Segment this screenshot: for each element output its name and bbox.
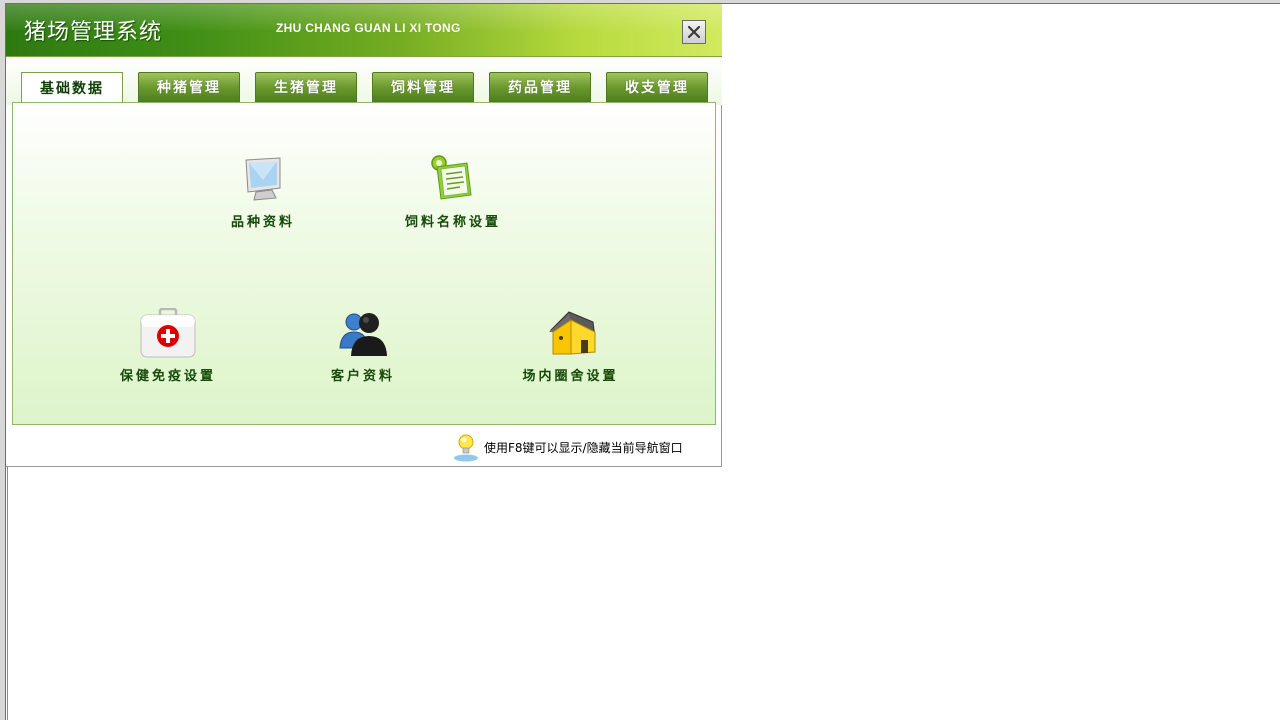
lightbulb-icon xyxy=(454,434,478,462)
feed-name-settings-item[interactable]: 饲料名称设置 xyxy=(398,151,508,230)
item-label: 保健免疫设置 xyxy=(119,369,216,384)
content-panel: 品种资料 饲料名称设置 保健免疫设置 客户资料 场内圈舍设置 xyxy=(12,102,716,425)
tab-basic-data[interactable]: 基础数据 xyxy=(21,72,123,103)
item-label: 饲料名称设置 xyxy=(404,215,501,230)
tab-bar: 基础数据 种猪管理 生猪管理 饲料管理 药品管理 收支管理 xyxy=(6,57,722,105)
close-icon xyxy=(687,25,701,39)
close-button[interactable] xyxy=(682,20,706,44)
tab-medicine[interactable]: 药品管理 xyxy=(489,72,591,102)
tab-feed[interactable]: 饲料管理 xyxy=(372,72,474,102)
title-bar: 猪场管理系统 ZHU CHANG GUAN LI XI TONG xyxy=(6,4,722,56)
window-title: 猪场管理系统 xyxy=(24,20,163,45)
house-icon xyxy=(543,305,599,361)
navigation-window: 猪场管理系统 ZHU CHANG GUAN LI XI TONG 基础数据 种猪… xyxy=(6,4,722,467)
window-subtitle: ZHU CHANG GUAN LI XI TONG xyxy=(276,21,461,35)
users-icon xyxy=(335,305,391,361)
health-immunization-settings-item[interactable]: 保健免疫设置 xyxy=(113,305,223,384)
frame-left-inner-line xyxy=(7,467,8,720)
tab-finance[interactable]: 收支管理 xyxy=(606,72,708,102)
pen-settings-item[interactable]: 场内圈舍设置 xyxy=(513,305,628,384)
clipboard-gear-icon xyxy=(425,151,481,207)
item-label: 客户资料 xyxy=(330,369,395,384)
monitor-icon xyxy=(235,151,291,207)
customer-info-item[interactable]: 客户资料 xyxy=(323,305,403,384)
item-label: 场内圈舍设置 xyxy=(522,369,619,384)
app-frame: 猪场管理系统 ZHU CHANG GUAN LI XI TONG 基础数据 种猪… xyxy=(0,0,1280,720)
tab-breeding-pig[interactable]: 种猪管理 xyxy=(138,72,240,102)
item-label: 品种资料 xyxy=(230,215,295,230)
hint-bar: 使用F8键可以显示/隐藏当前导航窗口 xyxy=(452,432,683,462)
breed-info-item[interactable]: 品种资料 xyxy=(223,151,303,230)
hint-text: 使用F8键可以显示/隐藏当前导航窗口 xyxy=(484,440,683,455)
tab-live-pig[interactable]: 生猪管理 xyxy=(255,72,357,102)
first-aid-kit-icon xyxy=(140,305,196,361)
